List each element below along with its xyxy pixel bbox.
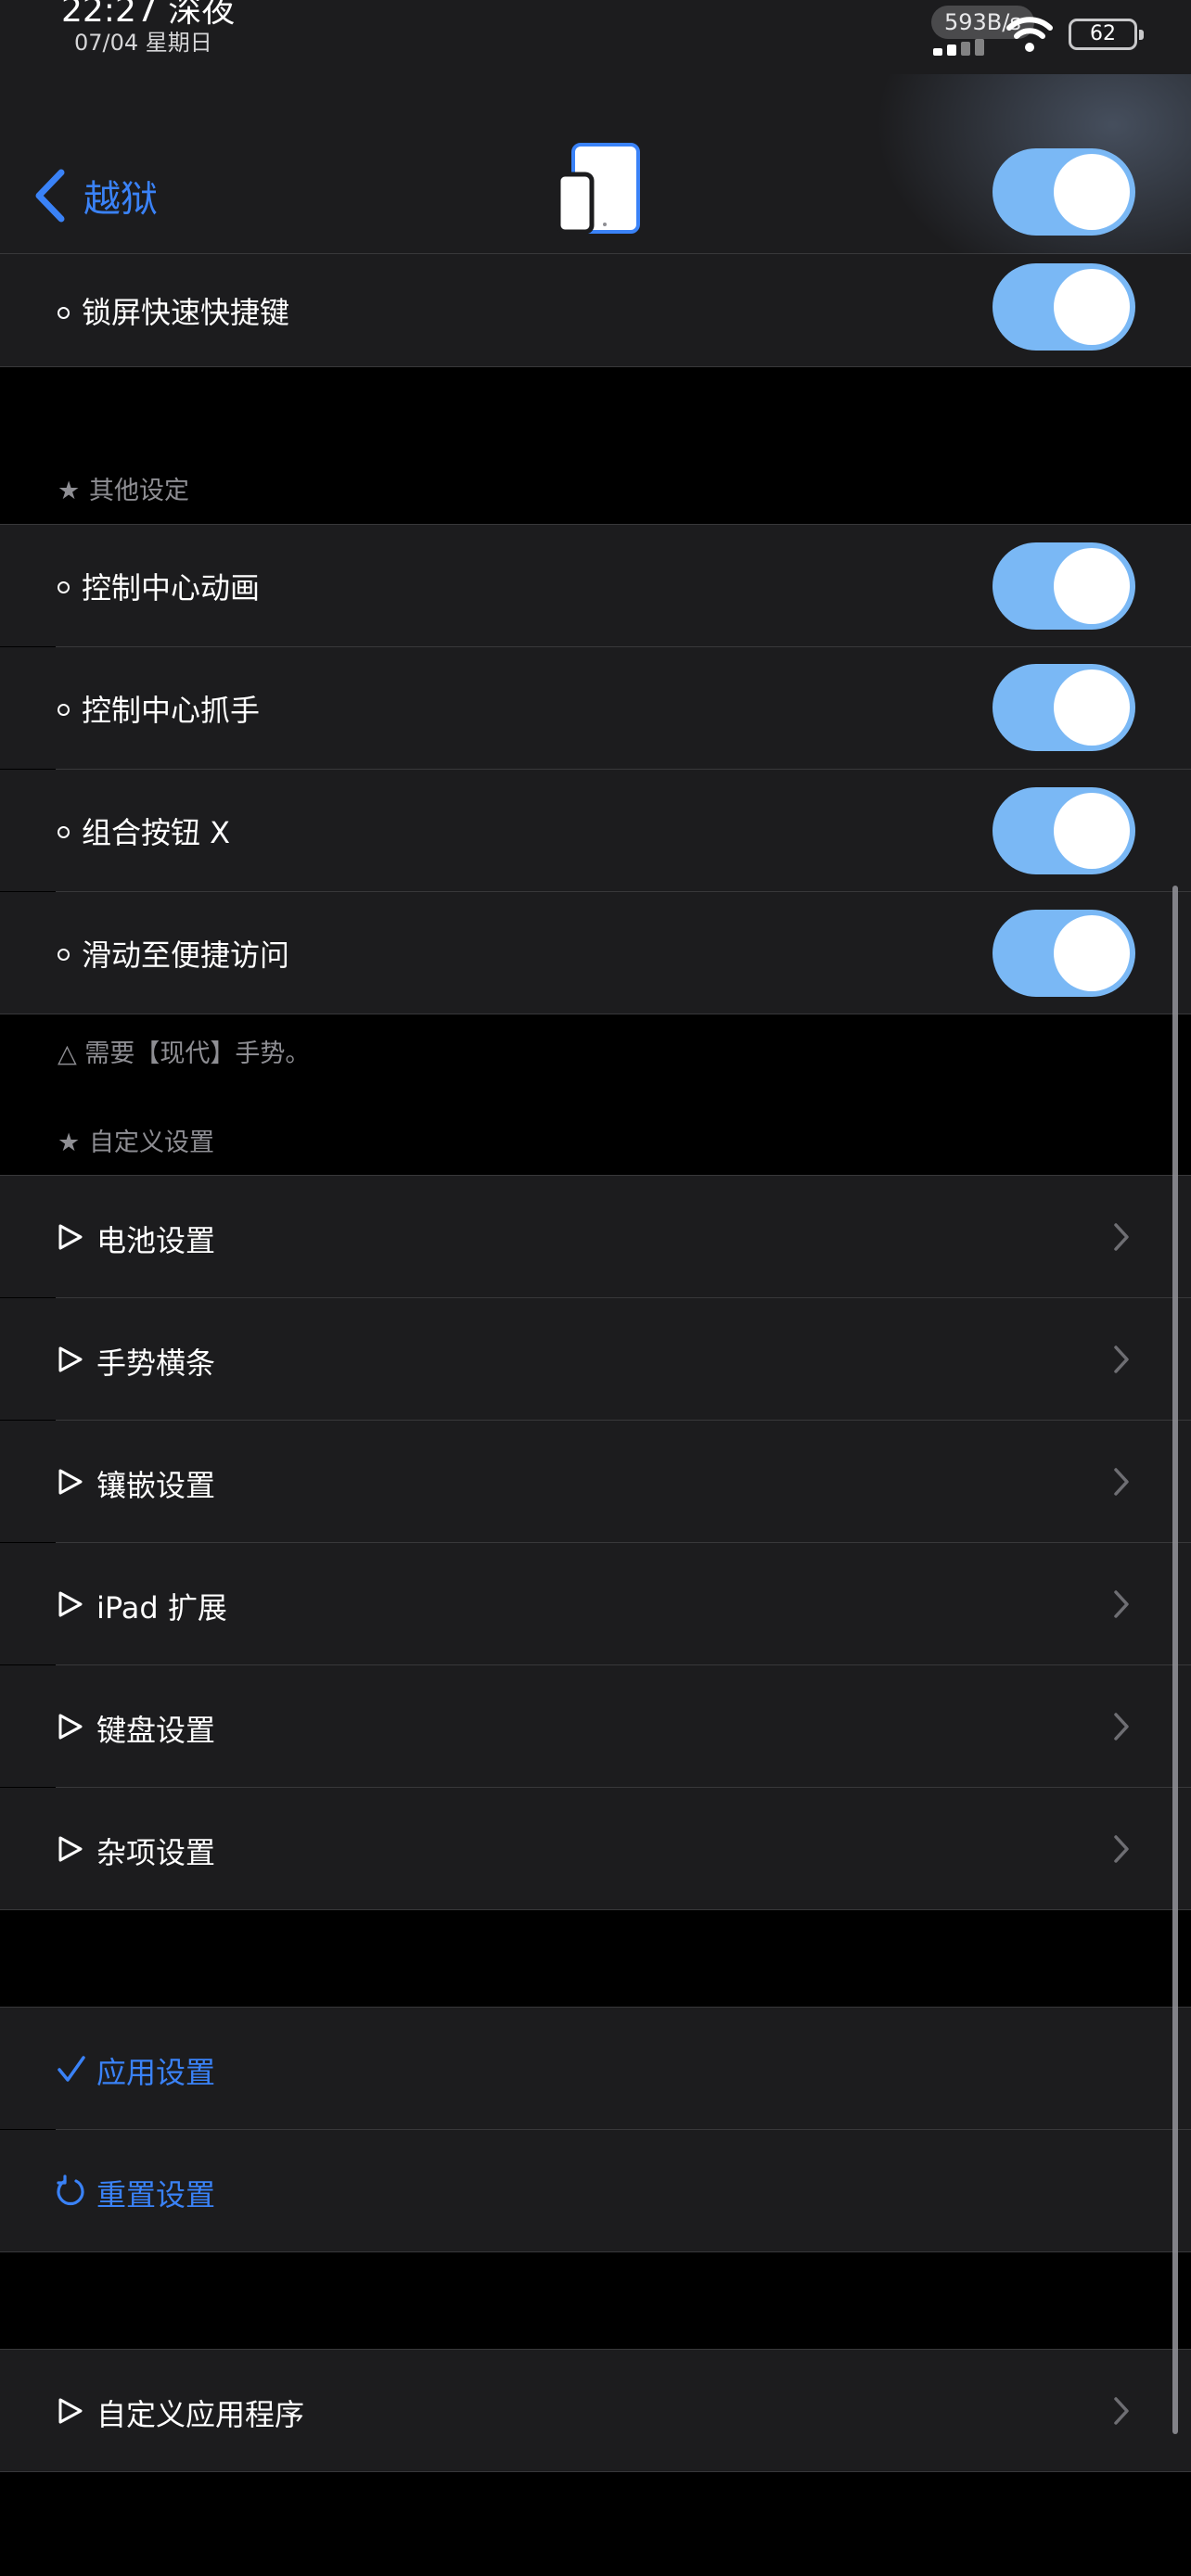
row-label: 电池设置 xyxy=(96,1223,216,1258)
toggle-knob xyxy=(1054,548,1130,624)
toggle-knob xyxy=(1054,915,1130,991)
nav-row-misc[interactable]: 杂项设置 xyxy=(0,1788,1191,1909)
row-reachability: 滑动至便捷访问 xyxy=(0,892,1191,1014)
toggle-knob xyxy=(1054,269,1130,345)
toggle-knob xyxy=(1054,670,1130,746)
chevron-right-icon xyxy=(1114,1590,1129,1618)
wifi-icon xyxy=(1006,17,1053,52)
devices-icon xyxy=(557,143,640,235)
chevron-right-icon xyxy=(1114,1713,1129,1741)
checkmark-icon xyxy=(58,2056,85,2082)
footnote-text: 需要【现代】手势。 xyxy=(84,1039,311,1068)
bullet-icon xyxy=(58,949,70,961)
section-header-other: ★ 其他设定 xyxy=(58,470,189,506)
row-label: 锁屏快速快捷键 xyxy=(82,295,290,330)
battery-icon: 62 xyxy=(1069,19,1144,50)
reset-settings-button[interactable]: 重置设置 xyxy=(0,2130,1191,2251)
row-lockscreen-shortcut: 锁屏快速快捷键 xyxy=(0,254,1191,367)
chevron-right-icon xyxy=(1114,1223,1129,1251)
toggle-knob xyxy=(1054,793,1130,869)
status-date: 07/04 星期日 xyxy=(74,30,212,56)
chevron-right-icon xyxy=(1114,2397,1129,2425)
section-header-custom: ★ 自定义设置 xyxy=(58,1122,214,1158)
nav-row-inset[interactable]: 镶嵌设置 xyxy=(0,1421,1191,1542)
combo-button-toggle[interactable] xyxy=(992,787,1135,874)
apply-label: 应用设置 xyxy=(96,2055,216,2090)
bullet-icon xyxy=(58,826,70,838)
reset-arrow-icon xyxy=(57,2174,84,2206)
chevron-right-icon xyxy=(1114,1468,1129,1496)
bullet-icon xyxy=(58,307,70,319)
bullet-icon xyxy=(58,581,70,593)
nav-row-keyboard[interactable]: 键盘设置 xyxy=(0,1665,1191,1787)
cc-animation-toggle[interactable] xyxy=(992,542,1135,630)
reachability-toggle[interactable] xyxy=(992,910,1135,997)
play-triangle-icon xyxy=(58,2398,83,2424)
nav-master-toggle[interactable] xyxy=(992,148,1135,236)
back-button[interactable]: 越狱 xyxy=(33,163,158,228)
play-triangle-icon xyxy=(58,1714,83,1740)
divider xyxy=(0,2251,1191,2252)
section-footnote: △ 需要【现代】手势。 xyxy=(58,1033,310,1069)
row-combo-button: 组合按钮 X xyxy=(0,770,1191,891)
nav-row-ipad-extension[interactable]: iPad 扩展 xyxy=(0,1543,1191,1664)
divider xyxy=(0,366,1191,367)
cc-grabber-toggle[interactable] xyxy=(992,664,1135,751)
row-label: 自定义应用程序 xyxy=(96,2397,305,2432)
section-title: 其他设定 xyxy=(89,477,189,505)
section-title: 自定义设置 xyxy=(89,1129,214,1157)
chevron-right-icon xyxy=(1114,1835,1129,1863)
row-label: 键盘设置 xyxy=(96,1713,216,1748)
row-cc-grabber: 控制中心抓手 xyxy=(0,647,1191,769)
row-cc-animation: 控制中心动画 xyxy=(0,525,1191,646)
play-triangle-icon xyxy=(58,1469,83,1495)
apply-settings-button[interactable]: 应用设置 xyxy=(0,2008,1191,2129)
back-label: 越狱 xyxy=(83,178,158,221)
vertical-scrollbar[interactable] xyxy=(1172,886,1178,2434)
row-label: 杂项设置 xyxy=(96,1835,216,1870)
row-label: 滑动至便捷访问 xyxy=(82,937,290,973)
row-label: 手势横条 xyxy=(96,1345,216,1381)
row-label: 控制中心动画 xyxy=(82,570,261,606)
reset-label: 重置设置 xyxy=(96,2177,216,2213)
bullet-icon xyxy=(58,704,70,716)
chevron-left-icon xyxy=(35,169,65,223)
nav-row-custom-apps[interactable]: 自定义应用程序 xyxy=(0,2350,1191,2471)
divider xyxy=(0,2471,1191,2472)
lockscreen-shortcut-toggle[interactable] xyxy=(992,263,1135,351)
status-bar: 22:27 深夜 07/04 星期日 593B/s 62 xyxy=(0,0,1191,74)
chevron-right-icon xyxy=(1114,1345,1129,1373)
play-triangle-icon xyxy=(58,1836,83,1862)
row-label: 镶嵌设置 xyxy=(96,1468,216,1503)
row-label: 组合按钮 X xyxy=(82,815,231,850)
star-icon: ★ xyxy=(58,477,81,505)
nav-row-battery[interactable]: 电池设置 xyxy=(0,1176,1191,1297)
toggle-knob xyxy=(1054,154,1130,230)
row-label: 控制中心抓手 xyxy=(82,693,261,728)
row-label: iPad 扩展 xyxy=(96,1590,227,1626)
star-icon: ★ xyxy=(58,1129,81,1157)
play-triangle-icon xyxy=(58,1224,83,1250)
nav-row-gesture-bar[interactable]: 手势横条 xyxy=(0,1298,1191,1420)
warning-triangle-icon: △ xyxy=(58,1039,85,1068)
cellular-signal-icon xyxy=(933,39,987,56)
divider xyxy=(0,1909,1191,1910)
play-triangle-icon xyxy=(58,1346,83,1372)
play-triangle-icon xyxy=(58,1591,83,1617)
